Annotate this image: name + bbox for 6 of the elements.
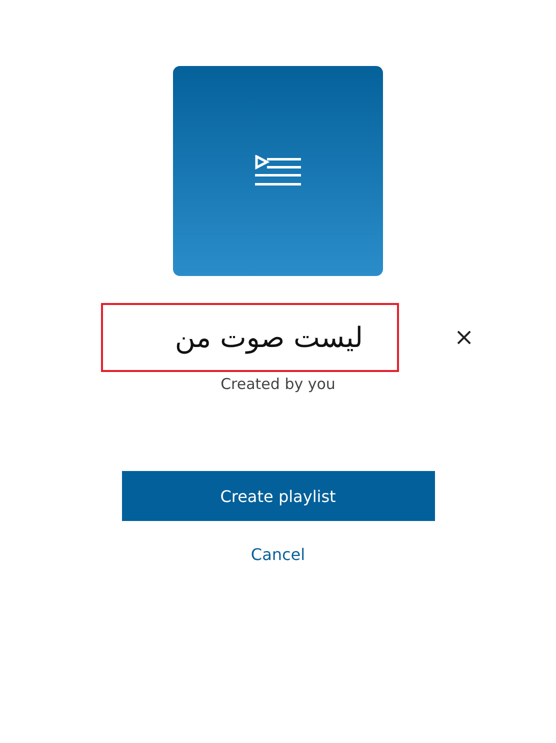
create-playlist-button[interactable]: Create playlist [122, 471, 434, 521]
clear-button[interactable]: × [452, 323, 476, 351]
cancel-link[interactable]: Cancel [250, 545, 306, 564]
playlist-name-field[interactable]: لیست صوت من [101, 303, 399, 372]
playlist-icon [255, 155, 301, 187]
created-by-label: Created by you [220, 375, 336, 393]
